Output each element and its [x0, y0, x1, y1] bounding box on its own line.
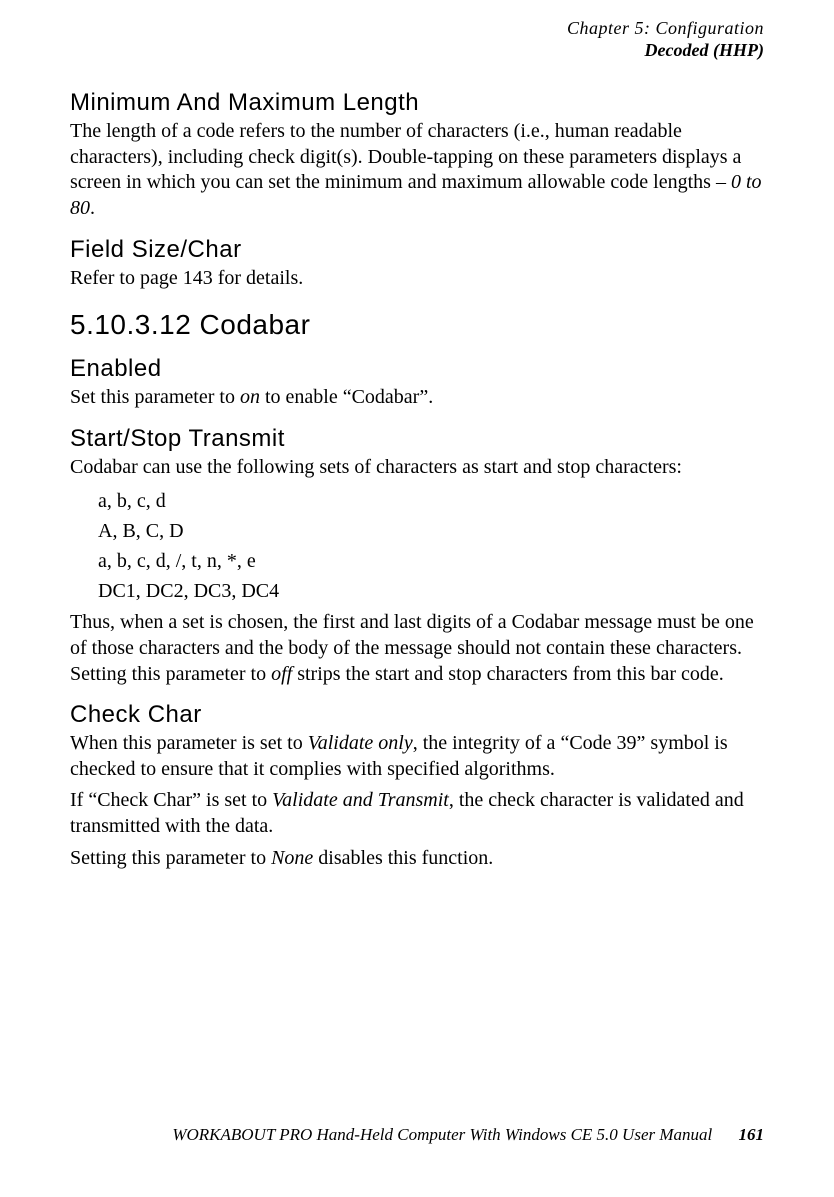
list-item: a, b, c, d, /, t, n, *, e	[98, 546, 764, 576]
heading-check-char: Check Char	[70, 701, 764, 729]
text-italic: on	[240, 386, 260, 408]
list-item: A, B, C, D	[98, 516, 764, 546]
text-italic: Validate only	[308, 732, 413, 754]
page-number: 161	[739, 1125, 765, 1144]
text: Set this parameter to	[70, 386, 240, 408]
heading-enabled: Enabled	[70, 355, 764, 383]
para-check-char-2: If “Check Char” is set to Validate and T…	[70, 788, 764, 839]
heading-field-size-char: Field Size/Char	[70, 236, 764, 264]
text: disables this function.	[313, 847, 493, 869]
para-field-size-char: Refer to page 143 for details.	[70, 266, 764, 292]
text: strips the start and stop characters fro…	[292, 663, 724, 685]
para-enabled: Set this parameter to on to enable “Coda…	[70, 385, 764, 411]
header-chapter: Chapter 5: Configuration	[70, 18, 764, 40]
heading-min-max-length: Minimum And Maximum Length	[70, 89, 764, 117]
text-italic: Validate and Transmit	[272, 789, 449, 811]
para-start-stop-desc: Thus, when a set is chosen, the first an…	[70, 610, 764, 687]
text: If “Check Char” is set to	[70, 789, 272, 811]
heading-codabar: 5.10.3.12 Codabar	[70, 309, 764, 341]
para-check-char-1: When this parameter is set to Validate o…	[70, 731, 764, 782]
list-item: a, b, c, d	[98, 486, 764, 516]
para-min-max-length: The length of a code refers to the numbe…	[70, 119, 764, 221]
para-check-char-3: Setting this parameter to None disables …	[70, 846, 764, 872]
list-item: DC1, DC2, DC3, DC4	[98, 576, 764, 606]
text: The length of a code refers to the numbe…	[70, 120, 741, 193]
text: .	[90, 197, 95, 219]
text-italic: None	[271, 847, 313, 869]
para-start-stop-intro: Codabar can use the following sets of ch…	[70, 455, 764, 481]
heading-start-stop-transmit: Start/Stop Transmit	[70, 425, 764, 453]
text: When this parameter is set to	[70, 732, 308, 754]
text-italic: off	[271, 663, 292, 685]
page-footer: WORKABOUT PRO Hand-Held Computer With Wi…	[172, 1125, 764, 1145]
start-stop-char-list: a, b, c, d A, B, C, D a, b, c, d, /, t, …	[70, 486, 764, 606]
page-header: Chapter 5: Configuration Decoded (HHP)	[70, 18, 764, 61]
footer-text: WORKABOUT PRO Hand-Held Computer With Wi…	[172, 1125, 712, 1144]
page: Chapter 5: Configuration Decoded (HHP) M…	[0, 0, 834, 1197]
header-section: Decoded (HHP)	[70, 40, 764, 62]
text: to enable “Codabar”.	[260, 386, 433, 408]
text: Setting this parameter to	[70, 847, 271, 869]
